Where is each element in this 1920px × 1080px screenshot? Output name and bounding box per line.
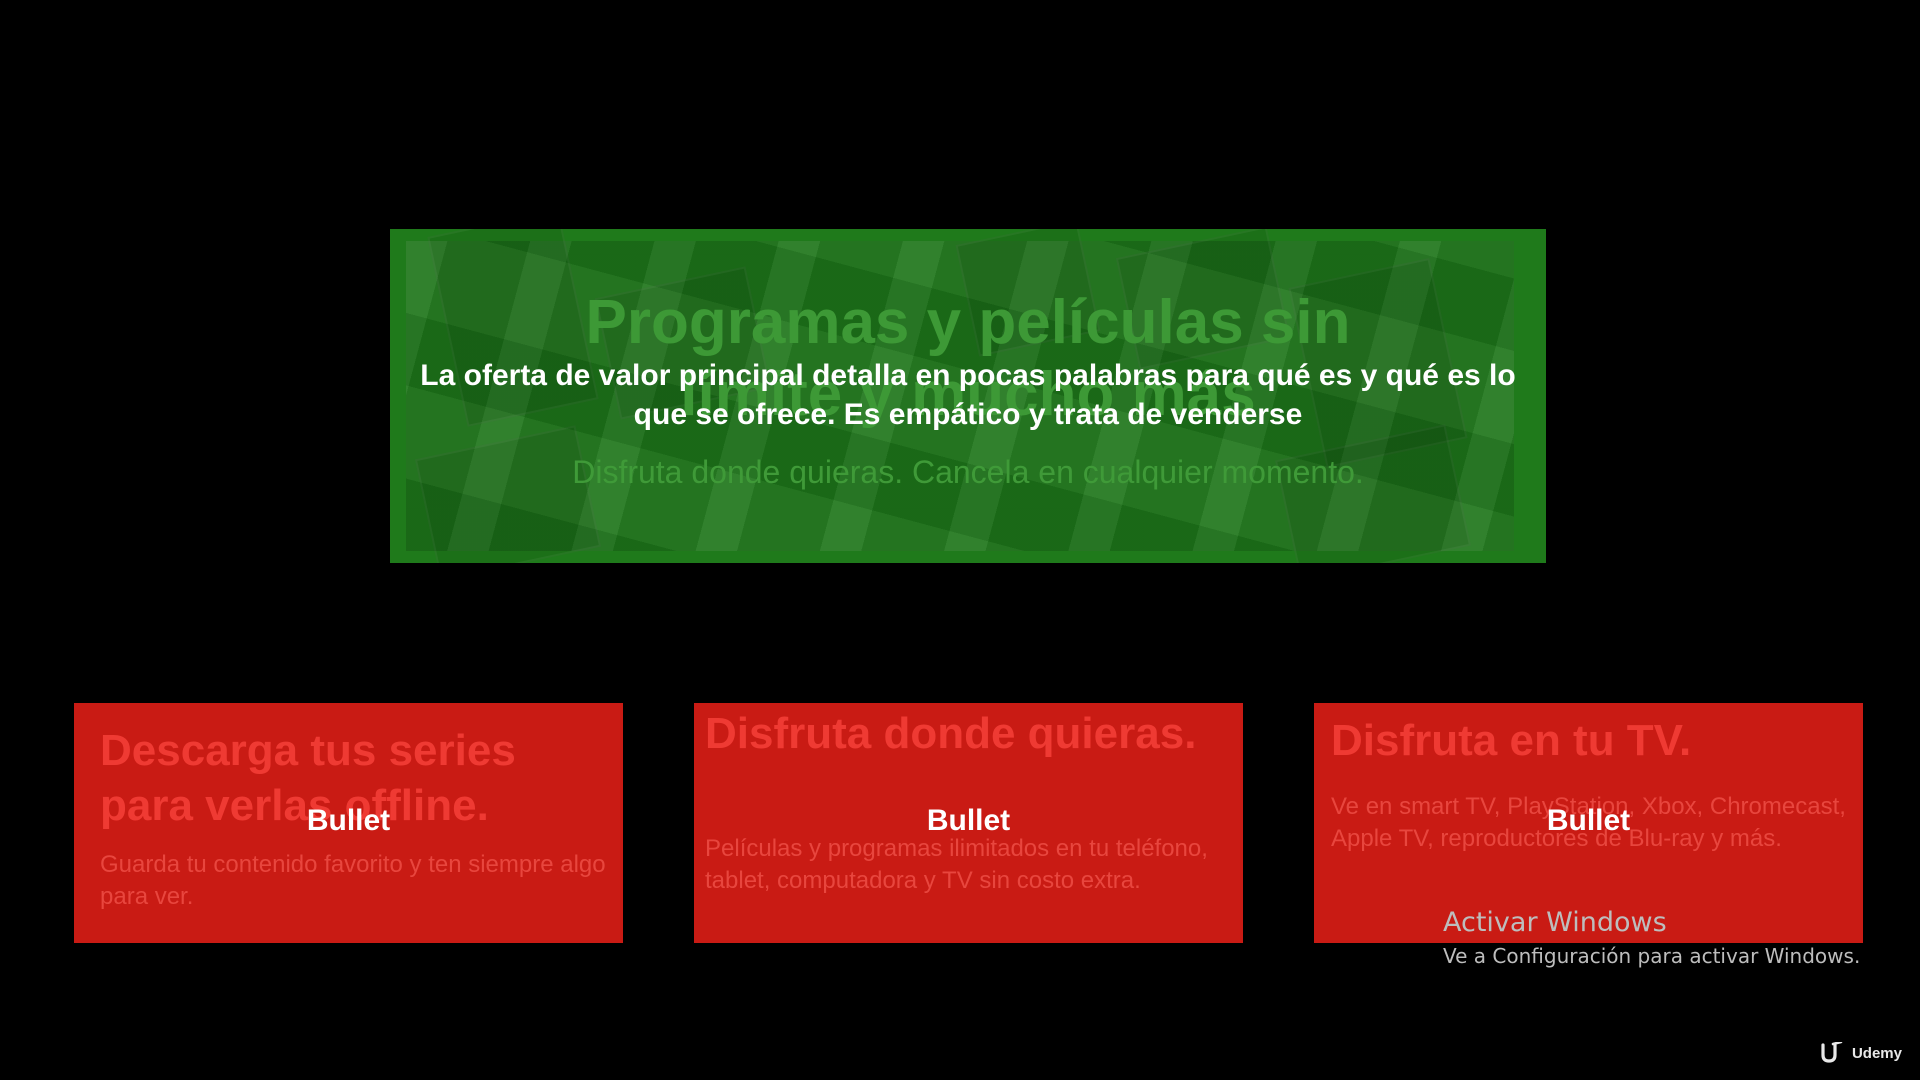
- card-description: Guarda tu contenido favorito y ten siemp…: [100, 851, 606, 910]
- watermark-subtitle: Ve a Configuración para activar Windows.: [1443, 944, 1861, 968]
- card-description: Películas y programas ilimitados en tu t…: [705, 835, 1208, 894]
- hero-annotation: La oferta de valor principal detalla en …: [420, 359, 1516, 431]
- card-annotation: Bullet: [306, 804, 391, 837]
- poster-thumbnail: [1275, 424, 1471, 563]
- card-annotation: Bullet: [1546, 804, 1631, 837]
- windows-activation-watermark: Activar Windows Ve a Configuración para …: [1443, 906, 1860, 970]
- feature-card-anywhere: Disfruta donde quieras. Películas y prog…: [694, 703, 1243, 943]
- watermark-title: Activar Windows: [1443, 907, 1667, 938]
- hero-subtitle: Disfruta donde quieras. Cancela en cualq…: [572, 454, 1364, 490]
- hero-value-proposition: Programas y películas sin límite y mucho…: [390, 229, 1546, 563]
- card-title: Disfruta donde quieras.: [705, 709, 1197, 758]
- udemy-logo-icon: [1821, 1042, 1843, 1063]
- poster-thumbnail: [414, 425, 602, 563]
- slide: Programas y películas sin límite y mucho…: [0, 0, 1920, 1080]
- udemy-brand: Udemy: [1820, 1042, 1902, 1064]
- brand-name: Udemy: [1851, 1044, 1902, 1062]
- feature-card-download: Descarga tus series para verlas offline.…: [74, 703, 623, 943]
- card-title: Disfruta en tu TV.: [1331, 716, 1692, 765]
- card-annotation: Bullet: [926, 804, 1011, 837]
